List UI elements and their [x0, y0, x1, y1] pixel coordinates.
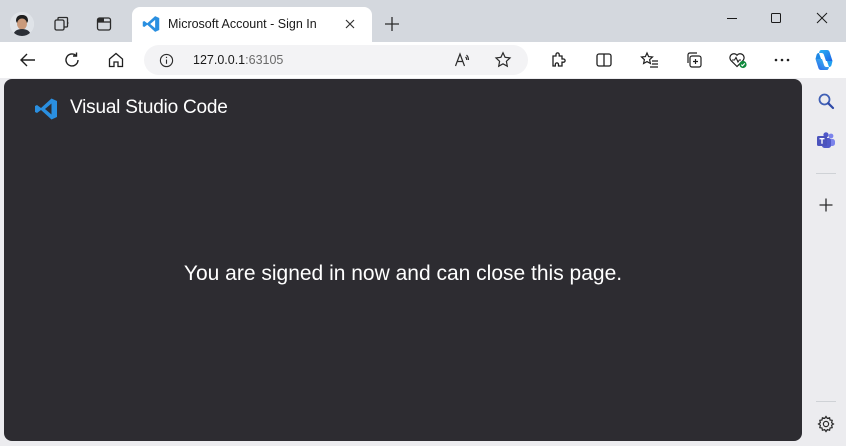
collections-icon — [687, 52, 702, 68]
read-aloud-icon[interactable] — [450, 48, 476, 72]
page-content: Visual Studio Code You are signed in now… — [4, 79, 802, 441]
sidebar-teams-button[interactable] — [812, 127, 840, 155]
teams-icon — [817, 132, 835, 148]
minimize-icon — [727, 18, 737, 19]
refresh-icon — [65, 52, 79, 67]
window-close-button[interactable] — [804, 6, 840, 30]
back-button[interactable] — [12, 44, 44, 76]
back-arrow-icon — [20, 53, 35, 67]
close-icon[interactable] — [340, 14, 360, 34]
extensions-icon — [552, 52, 566, 67]
edge-sidebar — [806, 79, 846, 446]
plus-icon — [819, 198, 833, 212]
vscode-logo — [34, 97, 58, 121]
gear-icon — [817, 415, 835, 433]
maximize-icon — [771, 13, 781, 23]
browser-essentials-button[interactable] — [722, 44, 754, 76]
sidebar-add-button[interactable] — [812, 191, 840, 219]
signed-in-message: You are signed in now and can close this… — [183, 262, 623, 285]
split-screen-button[interactable] — [588, 44, 620, 76]
close-icon — [816, 12, 828, 24]
sidebar-divider — [816, 401, 836, 402]
browser-essentials-icon — [729, 53, 747, 69]
maximize-button[interactable] — [758, 6, 794, 30]
workspaces-icon[interactable] — [50, 12, 74, 36]
favorites-button[interactable] — [634, 44, 666, 76]
info-icon[interactable] — [158, 52, 174, 68]
title-bar: Microsoft Account - Sign In — [0, 0, 846, 42]
url-port: :63105 — [245, 53, 284, 67]
new-tab-button[interactable] — [380, 12, 404, 36]
sidebar-divider — [816, 173, 836, 174]
more-icon — [774, 58, 790, 62]
collections-button[interactable] — [678, 44, 710, 76]
sidebar-search-button[interactable] — [812, 87, 840, 115]
url-text[interactable]: 127.0.0.1:63105 — [193, 53, 283, 67]
more-button[interactable] — [766, 44, 798, 76]
tab-actions-icon[interactable] — [92, 12, 116, 36]
url-host: 127.0.0.1 — [193, 53, 246, 67]
navigation-toolbar: 127.0.0.1:63105 — [0, 42, 846, 78]
browser-tab[interactable]: Microsoft Account - Sign In — [132, 7, 372, 42]
home-button[interactable] — [100, 44, 132, 76]
brand-title: Visual Studio Code — [70, 97, 228, 118]
plus-icon — [385, 17, 399, 31]
sidebar-settings-button[interactable] — [812, 410, 840, 438]
vscode-icon — [142, 15, 160, 33]
copilot-button[interactable] — [808, 44, 840, 76]
copilot-icon — [815, 50, 833, 70]
favorites-icon — [640, 51, 658, 68]
minimize-button[interactable] — [714, 6, 750, 30]
star-icon[interactable] — [490, 48, 516, 72]
home-icon — [108, 52, 124, 68]
split-screen-icon — [596, 53, 612, 67]
tab-title: Microsoft Account - Sign In — [168, 17, 317, 31]
address-bar[interactable]: 127.0.0.1:63105 — [144, 45, 528, 75]
extensions-button[interactable] — [542, 44, 574, 76]
refresh-button[interactable] — [56, 44, 88, 76]
profile-avatar[interactable] — [10, 12, 34, 36]
search-icon — [818, 93, 835, 110]
